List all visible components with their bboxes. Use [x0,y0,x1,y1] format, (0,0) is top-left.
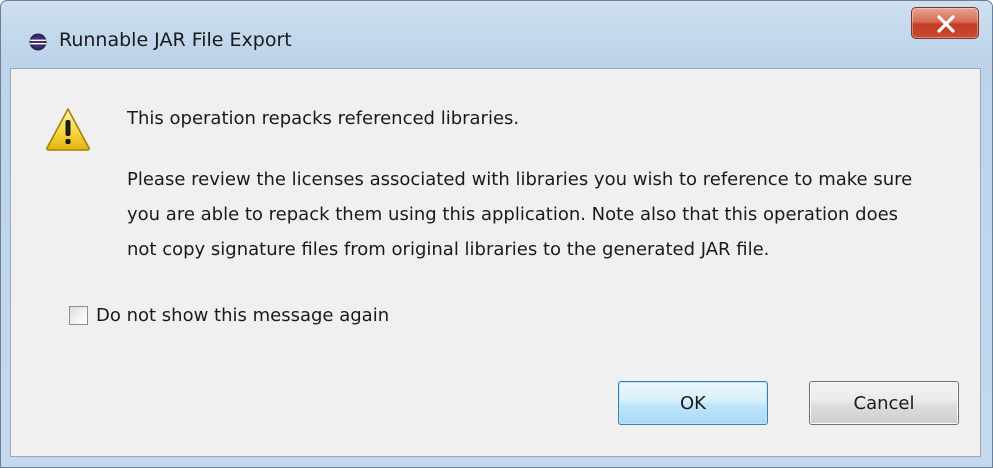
close-x-icon [937,15,955,33]
title-bar[interactable]: Runnable JAR File Export [1,1,992,61]
ok-button-label: OK [680,392,706,414]
dialog-body: This operation repacks referenced librar… [10,68,981,457]
message-body-line-3: not copy signature files from original l… [127,239,770,260]
message-heading: This operation repacks referenced librar… [127,108,520,129]
window-title: Runnable JAR File Export [59,29,292,51]
ok-button[interactable]: OK [618,381,768,425]
dont-show-again-label[interactable]: Do not show this message again [96,305,389,326]
message-body-line-1: Please review the licenses associated wi… [127,169,913,190]
warning-icon [45,107,91,151]
cancel-button-label: Cancel [853,392,915,414]
eclipse-icon [29,33,47,51]
cancel-button[interactable]: Cancel [809,381,959,425]
dont-show-again-checkbox[interactable] [69,306,88,325]
dialog-window: Runnable JAR File Export This operation … [0,0,993,468]
message-body-line-2: you are able to repack them using this a… [127,204,899,225]
close-button[interactable] [911,7,979,39]
